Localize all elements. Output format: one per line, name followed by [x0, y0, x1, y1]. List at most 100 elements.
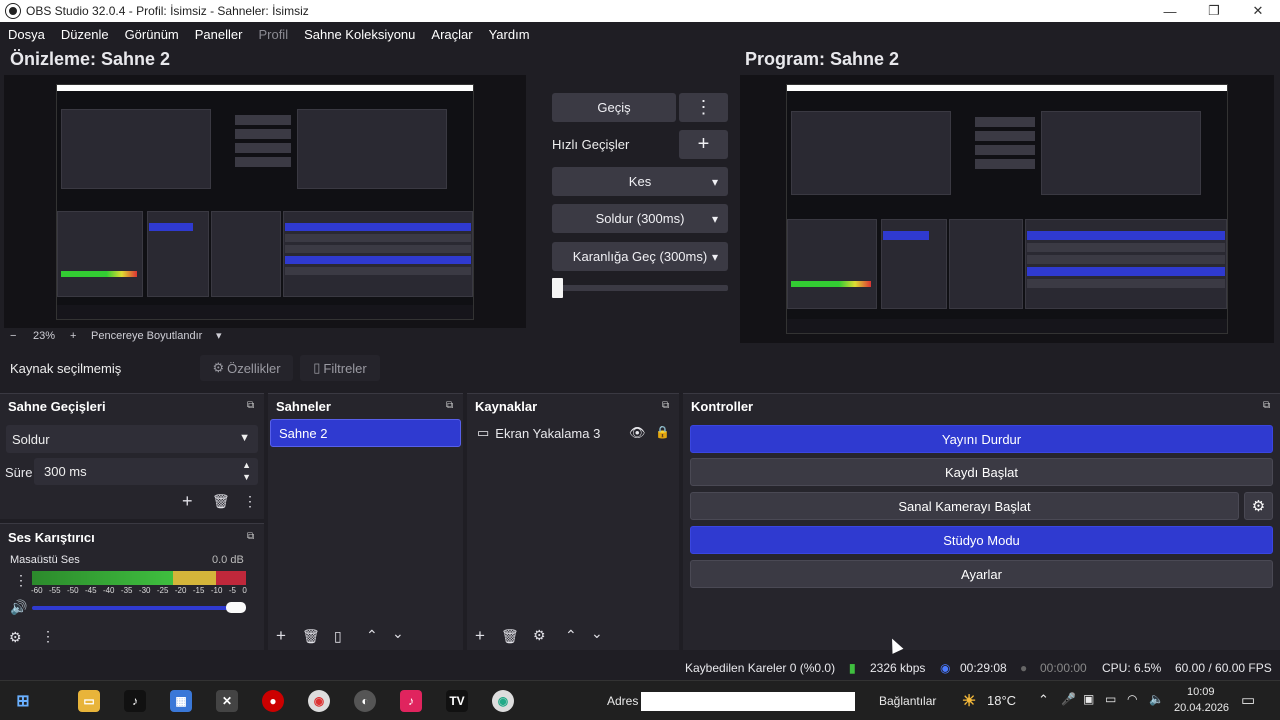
menu-araclar[interactable]: Araçlar — [431, 27, 472, 42]
scenes-dock: Sahneler ⧉ Sahne 2 + 🗑 ▯ ⌃ ⌄ — [268, 393, 463, 650]
properties-label: Özellikler — [227, 360, 281, 376]
speaker-icon[interactable]: 🔊 — [10, 599, 27, 616]
zoom-in-button[interactable]: + — [70, 330, 76, 342]
add-icon[interactable]: + — [182, 491, 193, 512]
wifi-icon[interactable]: ◠ — [1127, 692, 1137, 706]
chevron-down-icon: ▾ — [711, 174, 718, 189]
quick-transition-cut[interactable]: Kes ▾ — [552, 167, 728, 196]
meter-scale-tick: -25 — [156, 586, 169, 595]
meter-scale-tick: -5 — [228, 586, 236, 595]
chevron-up-icon[interactable]: ⌃ — [1038, 692, 1049, 708]
trash-icon[interactable]: 🗑 — [212, 493, 230, 510]
transition-tbar-handle[interactable] — [552, 278, 563, 298]
tiktok-icon[interactable]: ♪ — [124, 690, 146, 712]
meter-scale-tick: -50 — [66, 586, 79, 595]
menu-yardim[interactable]: Yardım — [489, 27, 530, 42]
file-explorer-icon[interactable]: ▭ — [78, 690, 100, 712]
record-app-icon[interactable]: ● — [262, 690, 284, 712]
stop-streaming-button[interactable]: Yayını Durdur — [690, 425, 1273, 453]
quick-transition-fade-to-black[interactable]: Karanlığa Geç (300ms) ▾ — [552, 242, 728, 271]
menu-dosya[interactable]: Dosya — [8, 27, 45, 42]
transition-select[interactable]: Soldur ▼ — [6, 425, 258, 453]
undock-icon[interactable]: ⧉ — [662, 400, 669, 411]
chevron-down-icon: ▾ — [711, 211, 718, 226]
more-vertical-icon[interactable]: ⋮ — [41, 628, 55, 645]
source-item[interactable]: ▭ Ekran Yakalama 3 👁 🔒 — [471, 420, 675, 446]
filter-icon[interactable]: ▯ — [334, 628, 342, 645]
obs-icon[interactable]: ◐ — [354, 690, 376, 712]
minimize-button[interactable]: — — [1148, 0, 1192, 22]
clock-time[interactable]: 10:09 — [1187, 686, 1215, 698]
more-vertical-icon[interactable]: ⋮ — [14, 572, 28, 589]
duration-input[interactable]: 300 ms ▲ ▼ — [34, 458, 258, 485]
menu-paneller[interactable]: Paneller — [195, 27, 243, 42]
menu-profil[interactable]: Profil — [258, 27, 288, 42]
volume-slider-handle[interactable] — [226, 602, 246, 613]
fps: 60.00 / 60.00 FPS — [1175, 661, 1272, 675]
meter-scale: -60 -55 -50 -45 -40 -35 -30 -25 -20 -15 -10 -5 0 — [31, 586, 247, 598]
store-icon[interactable]: ▦ — [170, 690, 192, 712]
properties-button[interactable]: ⚙ Özellikler — [200, 355, 293, 381]
spin-arrows-icon[interactable]: ▲ ▼ — [242, 459, 251, 483]
notification-icon[interactable]: ▭ — [1241, 691, 1255, 709]
gear-icon[interactable]: ⚙ — [1244, 492, 1273, 520]
webcam-icon[interactable]: ▣ — [1083, 692, 1094, 706]
close-button[interactable]: ✕ — [1236, 0, 1280, 22]
windows-start-icon[interactable]: ⊞ — [12, 690, 34, 712]
undock-icon[interactable]: ⧉ — [1263, 400, 1270, 411]
chevron-down-icon[interactable]: ▾ — [216, 329, 222, 342]
battery-icon[interactable]: ▭ — [1105, 692, 1116, 706]
close-app-icon[interactable]: ✕ — [216, 690, 238, 712]
add-icon[interactable]: + — [475, 626, 485, 646]
menu-duzenle[interactable]: Düzenle — [61, 27, 109, 42]
trash-icon[interactable]: 🗑 — [501, 628, 519, 645]
menu-gorunum[interactable]: Görünüm — [125, 27, 179, 42]
chevron-down-icon[interactable]: ⌄ — [591, 625, 603, 642]
menu-sahne-koleksiyonu[interactable]: Sahne Koleksiyonu — [304, 27, 415, 42]
zoom-out-button[interactable]: − — [10, 330, 16, 342]
lock-icon[interactable]: 🔒 — [655, 425, 670, 439]
clock-date[interactable]: 20.04.2026 — [1174, 702, 1229, 714]
address-input[interactable] — [641, 692, 855, 711]
preview-display[interactable] — [4, 75, 526, 328]
undock-icon[interactable]: ⧉ — [247, 400, 254, 411]
links-label[interactable]: Bağlantılar — [879, 694, 936, 708]
microphone-icon[interactable]: 🎤 — [1061, 692, 1076, 706]
gear-icon[interactable]: ⚙ — [533, 627, 546, 644]
chevron-up-icon[interactable]: ⌃ — [366, 627, 378, 644]
studio-mode-button[interactable]: Stüdyo Modu — [690, 526, 1273, 554]
monitor-icon: ▭ — [477, 425, 490, 440]
start-virtual-camera-button[interactable]: Sanal Kamerayı Başlat — [690, 492, 1239, 520]
add-icon[interactable]: + — [276, 626, 286, 646]
settings-button[interactable]: Ayarlar — [690, 560, 1273, 588]
source-item-label: Ekran Yakalama 3 — [495, 425, 601, 441]
filters-button[interactable]: ▯ Filtreler — [300, 355, 380, 381]
transition-button[interactable]: Geçiş — [552, 93, 676, 122]
chevron-up-icon[interactable]: ⌃ — [565, 627, 577, 644]
more-vertical-icon[interactable]: ⋮ — [679, 93, 728, 122]
tiktok-live-icon[interactable]: ♪ — [400, 690, 422, 712]
eye-icon[interactable]: 👁 — [629, 425, 646, 441]
fit-to-window-select[interactable]: Pencereye Boyutlandır — [91, 330, 202, 342]
quick-transition-fade[interactable]: Soldur (300ms) ▾ — [552, 204, 728, 233]
meter-scale-tick: -20 — [174, 586, 187, 595]
maximize-button[interactable]: ❐ — [1192, 0, 1236, 22]
chrome-profile-icon[interactable]: ◉ — [492, 690, 514, 712]
chrome-icon[interactable]: ◉ — [308, 690, 330, 712]
dropped-frames: Kaybedilen Kareler 0 (%0.0) — [685, 661, 836, 675]
gear-icon[interactable]: ⚙ — [9, 629, 22, 646]
trash-icon[interactable]: 🗑 — [302, 628, 320, 645]
transition-tbar-track[interactable] — [552, 285, 728, 291]
more-vertical-icon[interactable]: ⋮ — [243, 493, 257, 510]
tradingview-icon[interactable]: TV — [446, 690, 468, 712]
chevron-down-icon[interactable]: ⌄ — [392, 625, 404, 642]
start-recording-button[interactable]: Kaydı Başlat — [690, 458, 1273, 486]
add-quick-transition-button[interactable]: + — [679, 130, 728, 159]
volume-icon[interactable]: 🔈 — [1149, 692, 1164, 706]
volume-slider[interactable] — [32, 606, 246, 610]
undock-icon[interactable]: ⧉ — [446, 400, 453, 411]
weather-icon[interactable]: ☀ — [958, 690, 980, 712]
scene-item[interactable]: Sahne 2 — [270, 419, 461, 447]
quick-transition-label: Karanlığa Geç (300ms) — [572, 249, 708, 264]
undock-icon[interactable]: ⧉ — [247, 531, 254, 542]
